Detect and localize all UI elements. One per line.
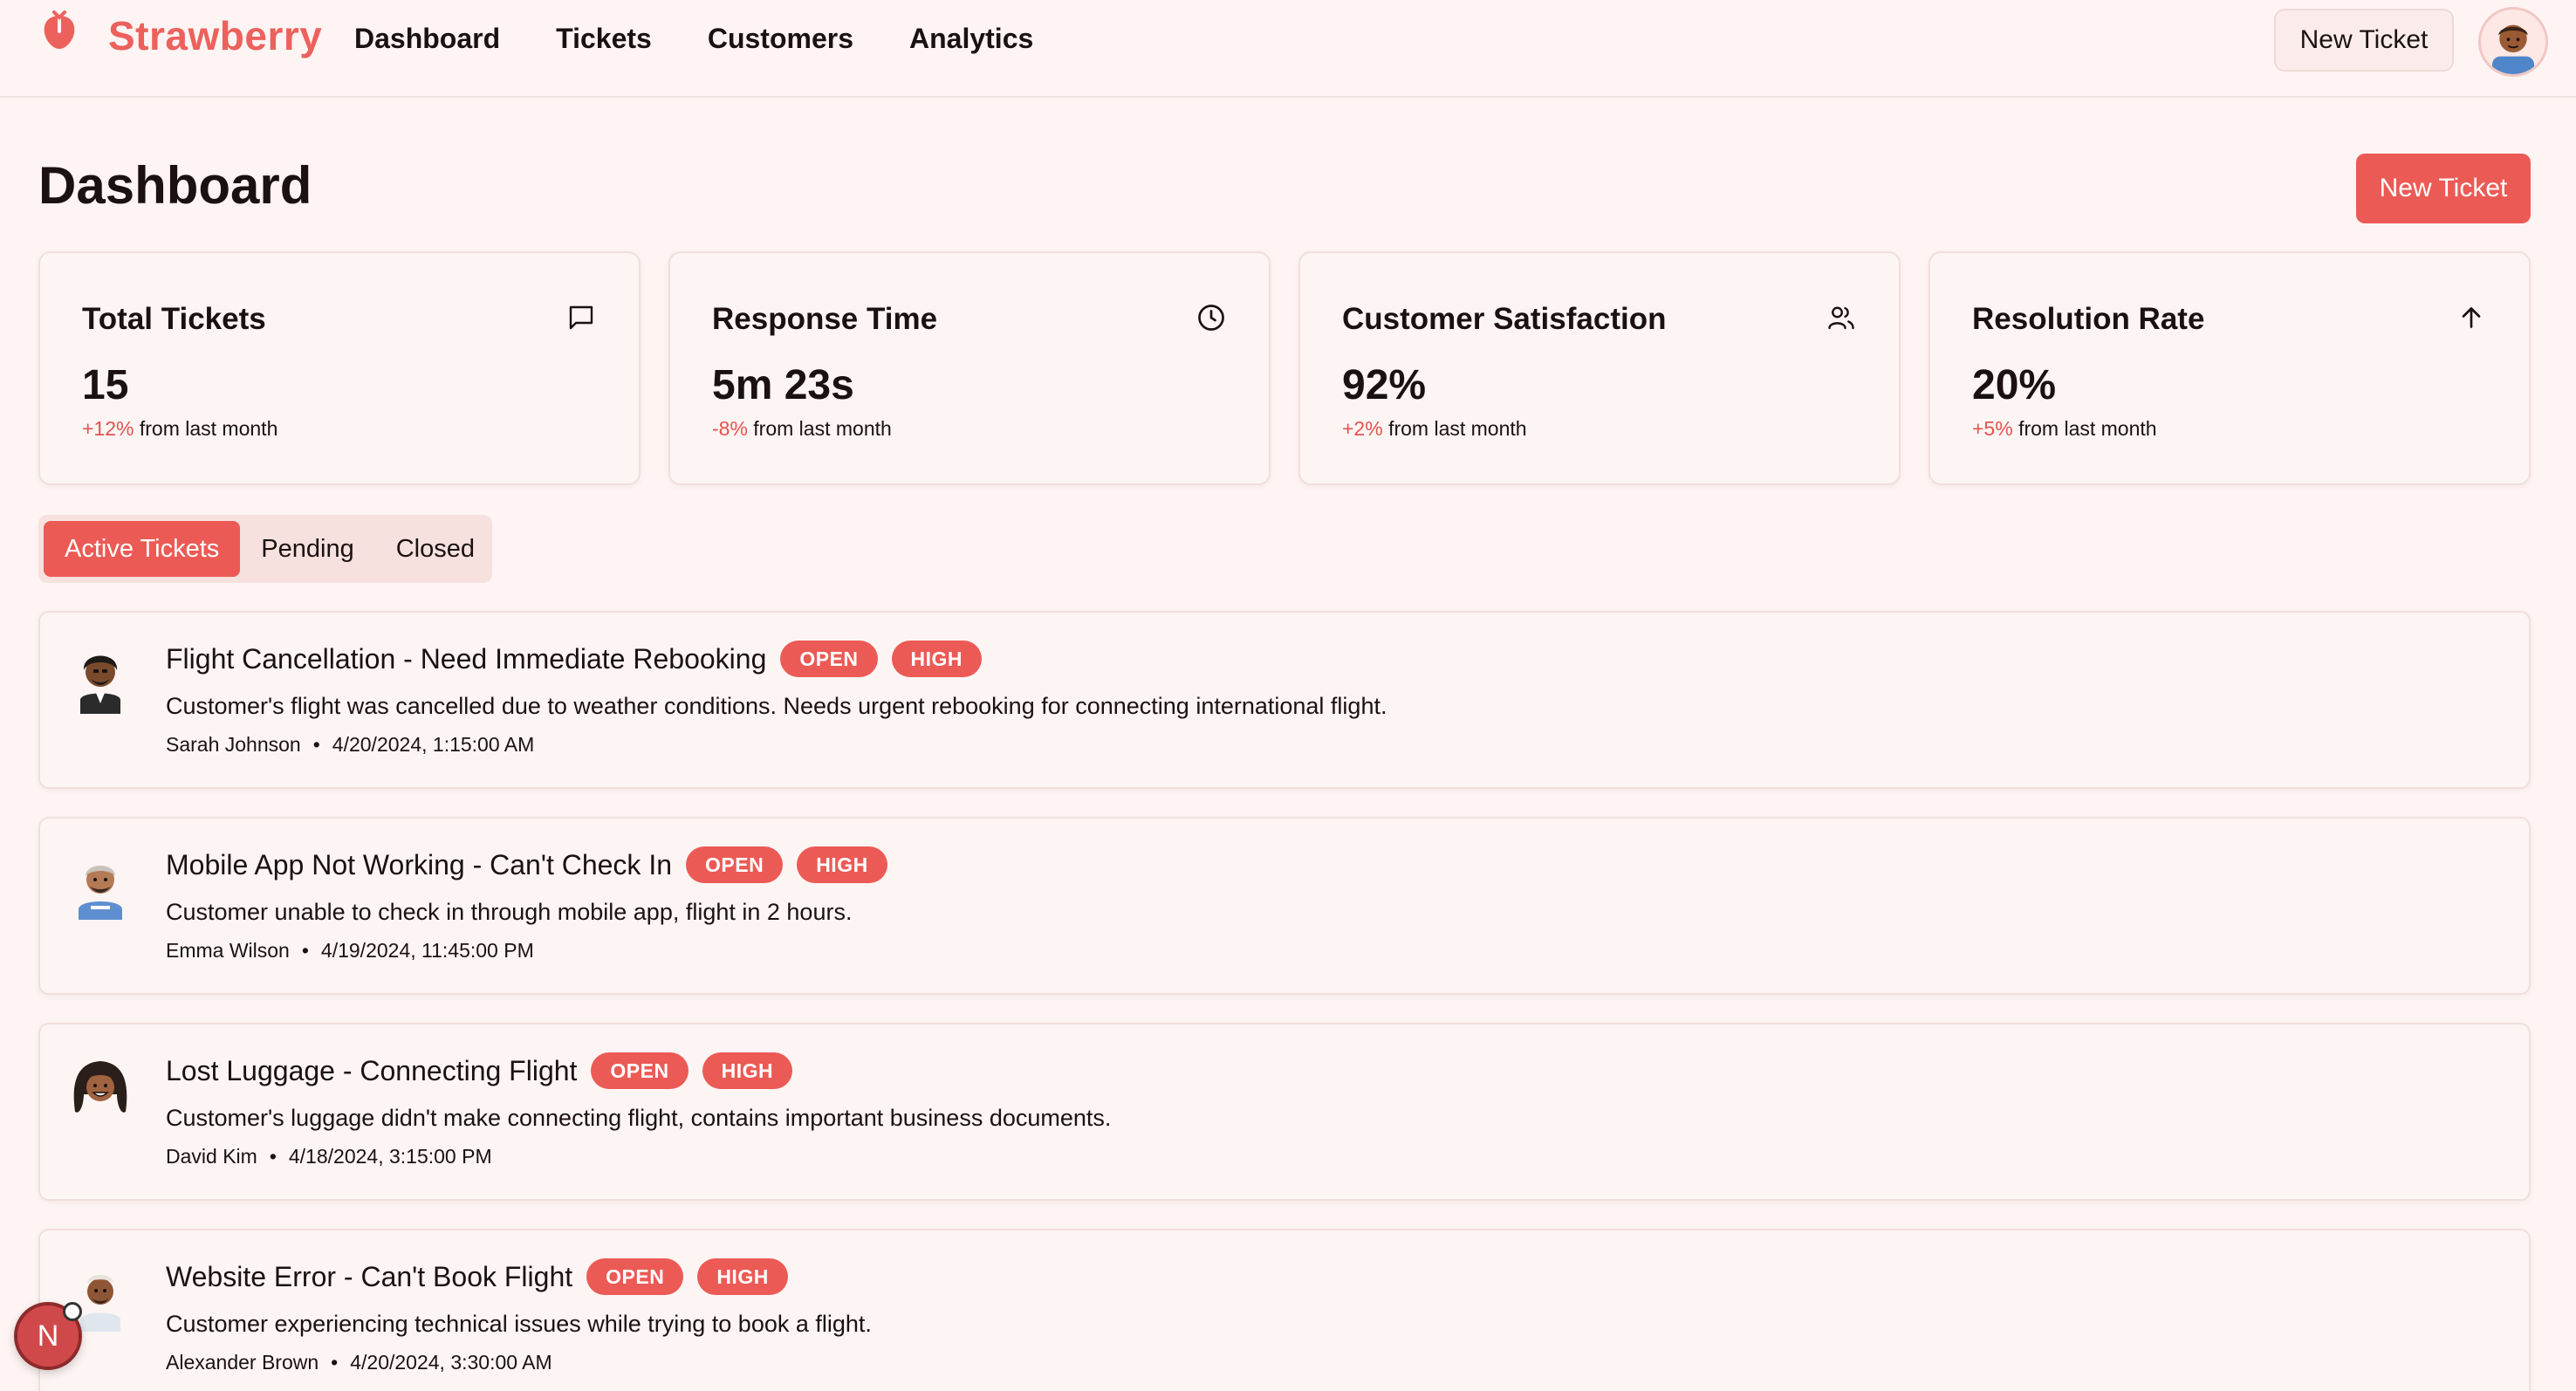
ticket-meta: David Kim • 4/18/2024, 3:15:00 PM [166, 1145, 492, 1168]
clock-icon [1198, 305, 1224, 331]
users-icon [1828, 306, 1854, 330]
priority-badge: HIGH [891, 641, 983, 677]
user-avatar[interactable] [2478, 7, 2548, 77]
stat-suffix: from last month [134, 417, 278, 440]
stat-suffix: from last month [747, 417, 892, 440]
stat-title: Response Time [712, 302, 938, 336]
stat-title: Total Tickets [82, 302, 266, 336]
stat-delta: +12% [82, 417, 134, 440]
nav-item-customers[interactable]: Customers [708, 23, 853, 55]
ticket-list: Flight Cancellation - Need Immediate Reb… [38, 611, 2531, 1391]
stat-delta: +5% [1972, 417, 2013, 440]
stat-change: +12% from last month [82, 417, 277, 441]
stat-delta: +2% [1342, 417, 1383, 440]
arrow-up-icon [2462, 307, 2481, 328]
separator-dot: • [269, 1145, 277, 1168]
priority-badge: HIGH [697, 1258, 788, 1295]
separator-dot: • [331, 1351, 339, 1374]
ticket-card[interactable]: Mobile App Not Working - Can't Check In … [38, 817, 2531, 995]
separator-dot: • [312, 733, 320, 756]
ticket-header: Website Error - Can't Book Flight OPEN H… [166, 1258, 788, 1295]
ticket-header: Mobile App Not Working - Can't Check In … [166, 846, 887, 883]
stat-card-customer-satisfaction: Customer Satisfaction 92% +2% from last … [1298, 251, 1901, 485]
customer-avatar-icon [73, 1061, 127, 1113]
strawberry-logo-icon[interactable] [40, 10, 79, 51]
ticket-customer: Sarah Johnson [166, 733, 301, 756]
stat-card-total-tickets: Total Tickets 15 +12% from last month [38, 251, 641, 485]
stat-suffix: from last month [2012, 417, 2157, 440]
separator-dot: • [301, 939, 309, 962]
tab-pending[interactable]: Pending [240, 521, 374, 577]
ticket-timestamp: 4/18/2024, 3:15:00 PM [288, 1145, 492, 1168]
top-navigation-bar: Strawberry Dashboard Tickets Customers A… [0, 0, 2576, 98]
ticket-description: Customer's flight was cancelled due to w… [166, 693, 1387, 719]
stat-delta: -8% [712, 417, 748, 440]
stat-value: 15 [82, 362, 129, 408]
ticket-description: Customer's luggage didn't make connectin… [166, 1105, 1112, 1131]
stat-change: +2% from last month [1342, 417, 1527, 441]
ticket-timestamp: 4/19/2024, 11:45:00 PM [320, 939, 534, 962]
ticket-timestamp: 4/20/2024, 3:30:00 AM [350, 1351, 552, 1374]
ticket-header: Flight Cancellation - Need Immediate Reb… [166, 641, 983, 677]
customer-avatar-icon [79, 866, 122, 920]
brand-name[interactable]: Strawberry [108, 12, 322, 59]
ticket-customer: Emma Wilson [166, 939, 290, 962]
user-avatar-icon [2491, 24, 2535, 74]
priority-badge: HIGH [702, 1052, 793, 1089]
ticket-card[interactable]: Website Error - Can't Book Flight OPEN H… [38, 1229, 2531, 1391]
nav-item-analytics[interactable]: Analytics [909, 23, 1033, 55]
nav-item-dashboard[interactable]: Dashboard [354, 23, 500, 55]
message-square-icon [569, 305, 593, 330]
ticket-tabs: Active Tickets Pending Closed [38, 515, 492, 583]
nav-item-tickets[interactable]: Tickets [556, 23, 652, 55]
stat-title: Resolution Rate [1972, 302, 2205, 336]
ticket-description: Customer unable to check in through mobi… [166, 899, 853, 925]
new-ticket-button[interactable]: New Ticket [2356, 154, 2531, 223]
customer-avatar-icon [80, 655, 120, 714]
ticket-title[interactable]: Lost Luggage - Connecting Flight [166, 1055, 577, 1087]
stat-title: Customer Satisfaction [1342, 302, 1667, 336]
status-badge: OPEN [686, 846, 784, 883]
ticket-card[interactable]: Flight Cancellation - Need Immediate Reb… [38, 611, 2531, 789]
header-new-ticket-button[interactable]: New Ticket [2274, 9, 2454, 72]
tab-closed[interactable]: Closed [375, 521, 496, 577]
customer-avatar-icon [80, 1275, 120, 1332]
ticket-customer: Alexander Brown [166, 1351, 319, 1374]
stat-value: 20% [1972, 362, 2057, 408]
ticket-meta: Sarah Johnson • 4/20/2024, 1:15:00 AM [166, 733, 534, 757]
stat-card-response-time: Response Time 5m 23s -8% from last month [668, 251, 1271, 485]
ticket-card[interactable]: Lost Luggage - Connecting Flight OPEN HI… [38, 1023, 2531, 1201]
ticket-description: Customer experiencing technical issues w… [166, 1311, 872, 1337]
stat-change: +5% from last month [1972, 417, 2157, 441]
main-nav: Dashboard Tickets Customers Analytics [354, 23, 1033, 55]
priority-badge: HIGH [797, 846, 887, 883]
ticket-customer: David Kim [166, 1145, 257, 1168]
page-title: Dashboard [38, 156, 312, 215]
stat-value: 5m 23s [712, 362, 854, 408]
stat-value: 92% [1342, 362, 1427, 408]
stat-change: -8% from last month [712, 417, 892, 441]
ticket-meta: Alexander Brown • 4/20/2024, 3:30:00 AM [166, 1351, 552, 1374]
status-badge: OPEN [780, 641, 878, 677]
stat-card-resolution-rate: Resolution Rate 20% +5% from last month [1929, 251, 2531, 485]
status-badge: OPEN [591, 1052, 689, 1089]
ticket-title[interactable]: Website Error - Can't Book Flight [166, 1261, 572, 1293]
status-badge: OPEN [586, 1258, 684, 1295]
stat-suffix: from last month [1382, 417, 1527, 440]
ticket-header: Lost Luggage - Connecting Flight OPEN HI… [166, 1052, 793, 1089]
ticket-title[interactable]: Flight Cancellation - Need Immediate Reb… [166, 643, 766, 675]
tab-active-tickets[interactable]: Active Tickets [44, 521, 241, 577]
notification-dot [63, 1302, 82, 1321]
ticket-meta: Emma Wilson • 4/19/2024, 11:45:00 PM [166, 939, 534, 963]
ticket-timestamp: 4/20/2024, 1:15:00 AM [332, 733, 535, 756]
stats-row: Total Tickets 15 +12% from last month Re… [38, 251, 2531, 485]
ticket-title[interactable]: Mobile App Not Working - Can't Check In [166, 849, 672, 881]
